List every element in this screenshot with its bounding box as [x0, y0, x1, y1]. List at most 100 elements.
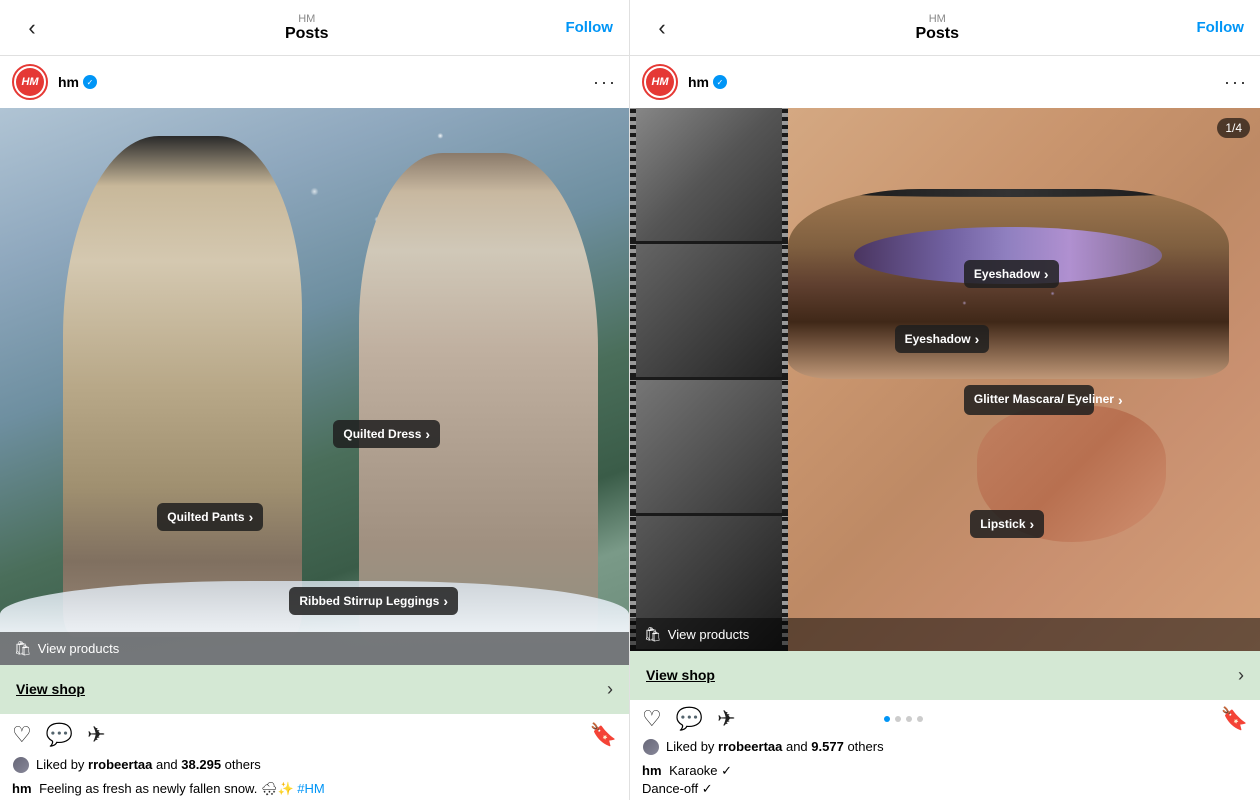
brand-label-1: HM	[298, 13, 315, 25]
film-perfs-left-3	[630, 380, 636, 513]
bookmark-icon-1[interactable]: 🔖	[590, 722, 617, 748]
liker-avatar-2	[642, 738, 660, 756]
view-shop-label-1: View shop	[16, 681, 85, 697]
caption-username-2[interactable]: hm	[642, 763, 662, 778]
post-image-2: 1/4 Eyeshadow Eyeshadow Glitter Mascara/…	[630, 108, 1260, 651]
more-button-2[interactable]: ···	[1224, 72, 1248, 93]
filmstrip	[630, 108, 788, 651]
more-button-1[interactable]: ···	[593, 72, 617, 93]
liker-avatar-1	[12, 756, 30, 774]
follow-button-1[interactable]: Follow	[565, 19, 613, 36]
bag-icon-2: 🛍	[644, 626, 662, 643]
winter-scene	[0, 108, 629, 665]
username-1[interactable]: hm	[58, 74, 79, 90]
action-icons-left-2: ♡ 💬 ✈	[642, 706, 736, 732]
tag-glitter-mascara-label: Glitter Mascara/ Eyeliner	[974, 392, 1114, 408]
tag-glitter-mascara[interactable]: Glitter Mascara/ Eyeliner	[964, 385, 1094, 415]
view-shop-1[interactable]: View shop ›	[0, 665, 629, 714]
comment-icon-2[interactable]: 💬	[676, 706, 703, 732]
chevron-right-icon-2: ›	[1238, 665, 1244, 686]
film-frame-2	[630, 244, 788, 379]
tag-eyeshadow-2-label: Eyeshadow	[905, 332, 971, 346]
person-left	[63, 136, 302, 637]
tag-quilted-dress-label: Quilted Dress	[343, 427, 421, 441]
posts-title-2: Posts	[915, 25, 959, 43]
likes-count-2: 9.577	[811, 739, 844, 754]
username-2[interactable]: hm	[688, 74, 709, 90]
top-bar-center-2: HM Posts	[915, 13, 959, 43]
counter-badge: 1/4	[1217, 118, 1250, 138]
caption-row-1: hm Feeling as fresh as newly fallen snow…	[0, 778, 629, 800]
hashtag-1[interactable]: #HM	[297, 781, 324, 796]
likes-text-2: Liked by rrobeertaa and 9.577 others	[666, 739, 884, 754]
post-header-1: HM hm ✓ ···	[0, 56, 629, 108]
tag-quilted-pants[interactable]: Quilted Pants	[157, 503, 263, 531]
verified-badge-1: ✓	[83, 75, 97, 89]
film-perfs-left-1	[630, 108, 636, 241]
view-shop-2[interactable]: View shop ›	[630, 651, 1260, 700]
caption-username-1[interactable]: hm	[12, 781, 32, 796]
verified-badge-2: ✓	[713, 75, 727, 89]
likes-row-2: Liked by rrobeertaa and 9.577 others	[630, 738, 1260, 760]
action-bar-1: ♡ 💬 ✈ 🔖	[0, 714, 629, 756]
avatar-1[interactable]: HM	[12, 64, 48, 100]
tag-eyeshadow-2[interactable]: Eyeshadow	[895, 325, 990, 353]
likes-others-1: others	[225, 757, 261, 772]
person-right	[359, 153, 598, 643]
likes-text-1: Liked by rrobeertaa and 38.295 others	[36, 757, 261, 772]
dots-indicator	[884, 716, 923, 722]
bookmark-icon-2[interactable]: 🔖	[1221, 706, 1248, 732]
view-products-label-2: View products	[668, 627, 749, 642]
view-products-label-1: View products	[38, 641, 119, 656]
tag-quilted-dress[interactable]: Quilted Dress	[333, 420, 440, 448]
likes-others-2: others	[847, 739, 883, 754]
likes-row-1: Liked by rrobeertaa and 38.295 others	[0, 756, 629, 778]
dot-1	[884, 716, 890, 722]
share-icon-2[interactable]: ✈	[717, 706, 735, 732]
tag-lipstick-label: Lipstick	[980, 517, 1025, 531]
follow-button-2[interactable]: Follow	[1196, 19, 1244, 36]
film-frame-1	[630, 108, 788, 243]
likes-count-1: 38.295	[181, 757, 221, 772]
post-1: ‹ HM Posts Follow HM hm ✓ ··· Quilted Dr…	[0, 0, 630, 800]
verified-check-icon-1: ✓	[87, 78, 94, 87]
avatar-inner-2: HM	[646, 68, 674, 96]
liker-name-2[interactable]: rrobeertaa	[718, 739, 782, 754]
film-frame-3	[630, 380, 788, 515]
dot-3	[906, 716, 912, 722]
username-row-1: hm ✓	[58, 74, 583, 90]
comment-icon-1[interactable]: 💬	[46, 722, 73, 748]
verified-check-icon-2: ✓	[717, 78, 724, 87]
bag-icon-1: 🛍	[14, 640, 32, 657]
back-button-2[interactable]: ‹	[646, 15, 678, 41]
post-image-1: Quilted Dress Quilted Pants Ribbed Stirr…	[0, 108, 629, 665]
top-bar-2: ‹ HM Posts Follow	[630, 0, 1260, 56]
heart-icon-2[interactable]: ♡	[642, 706, 662, 732]
view-products-bar-1[interactable]: 🛍 View products	[0, 632, 629, 665]
share-icon-1[interactable]: ✈	[87, 722, 105, 748]
brand-label-2: HM	[929, 13, 946, 25]
tag-ribbed-stirrup-label: Ribbed Stirrup Leggings	[299, 594, 439, 608]
heart-icon-1[interactable]: ♡	[12, 722, 32, 748]
post-2: ‹ HM Posts Follow HM hm ✓ ···	[630, 0, 1260, 800]
avatar-2[interactable]: HM	[642, 64, 678, 100]
tag-ribbed-stirrup[interactable]: Ribbed Stirrup Leggings	[289, 587, 458, 615]
username-row-2: hm ✓	[688, 74, 1214, 90]
view-shop-label-2: View shop	[646, 667, 715, 683]
tag-eyeshadow-1[interactable]: Eyeshadow	[964, 260, 1059, 288]
post-header-2: HM hm ✓ ···	[630, 56, 1260, 108]
posts-title-1: Posts	[285, 25, 329, 43]
makeup-scene	[630, 108, 1260, 651]
action-bar-2: ♡ 💬 ✈ 🔖	[630, 700, 1260, 738]
liker-name-1[interactable]: rrobeertaa	[88, 757, 152, 772]
chevron-right-icon-1: ›	[607, 679, 613, 700]
back-button-1[interactable]: ‹	[16, 15, 48, 41]
dot-4	[917, 716, 923, 722]
tag-quilted-pants-label: Quilted Pants	[167, 510, 244, 524]
film-perfs-left-2	[630, 244, 636, 377]
top-bar-1: ‹ HM Posts Follow	[0, 0, 629, 56]
caption-row-2: hm Karaoke ✓Dance-off ✓	[630, 760, 1260, 800]
view-products-bar-2[interactable]: 🛍 View products	[630, 618, 1260, 651]
tag-lipstick[interactable]: Lipstick	[970, 510, 1044, 538]
top-bar-center-1: HM Posts	[285, 13, 329, 43]
